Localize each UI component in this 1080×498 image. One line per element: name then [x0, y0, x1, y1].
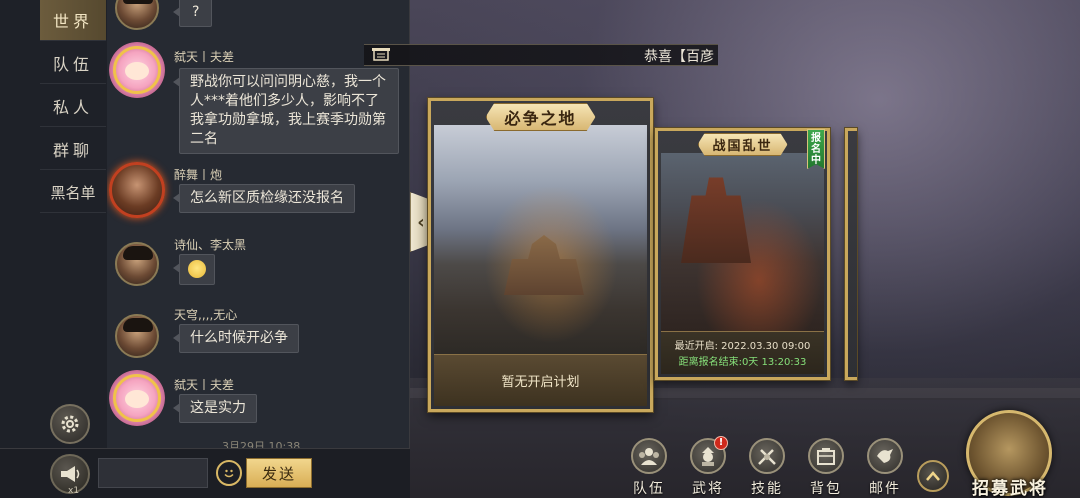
message-bubble: 什么时候开必争: [173, 324, 299, 353]
mode-card-partial[interactable]: [845, 128, 857, 380]
message-bubble: ?: [172, 0, 213, 27]
nav-label: 邮件: [869, 481, 901, 497]
card-artwork: [434, 125, 647, 357]
chat-input-bar: x1 发送: [0, 448, 410, 498]
card-artwork: [661, 153, 824, 335]
chevron-left-icon: ‹: [417, 211, 425, 233]
card-status: 暂无开启计划: [434, 354, 647, 406]
signup-badge: 报名中: [807, 129, 825, 169]
nav-label: 背包: [810, 481, 842, 497]
tab-team[interactable]: 队伍: [40, 43, 106, 84]
send-button[interactable]: 发送: [246, 458, 312, 488]
mode-card-warring[interactable]: 战国乱世 报名中 最近开启: 2022.03.30 09:00 距离报名结束:0…: [655, 128, 830, 380]
smiley-icon: [224, 469, 234, 478]
announcement-bar[interactable]: 恭喜【百彦: [364, 44, 718, 66]
avatar[interactable]: [115, 0, 159, 30]
skill-icon: [749, 438, 785, 474]
avatar[interactable]: [109, 370, 165, 426]
card-title: 必争之地: [485, 103, 596, 131]
avatar[interactable]: [109, 42, 165, 98]
mail-icon: [867, 438, 903, 474]
alert-badge: !: [714, 436, 728, 450]
card-info: 最近开启: 2022.03.30 09:00 距离报名结束:0天 13:20:3…: [661, 331, 824, 374]
megaphone-icon: [61, 466, 80, 482]
sender-name: 诗仙、李太黑: [174, 238, 247, 252]
expand-menu-button[interactable]: [917, 460, 949, 492]
general-icon: !: [690, 436, 728, 474]
tab-group[interactable]: 群聊: [40, 129, 106, 170]
avatar[interactable]: [115, 242, 159, 286]
message-timestamp: 3月29日 10:38: [222, 440, 301, 448]
tower-illustration: [681, 177, 751, 263]
message-bubble: 怎么新区质检缘还没报名: [173, 184, 355, 213]
recruit-general-button[interactable]: 招募武将: [960, 410, 1060, 498]
castle-illustration: [504, 235, 584, 295]
smile-emoji-icon: [188, 260, 206, 278]
recent-open-time: 最近开启: 2022.03.30 09:00: [674, 341, 811, 352]
tab-private[interactable]: 私人: [40, 86, 106, 127]
nav-label: 技能: [751, 481, 783, 497]
gear-icon: [61, 415, 79, 433]
sender-name: 弑天丨夫差: [174, 378, 235, 392]
nav-label: 队伍: [633, 481, 665, 497]
chat-settings-button[interactable]: [50, 404, 90, 444]
team-icon: [631, 438, 667, 474]
sender-name: 醉舞丨炮: [174, 168, 223, 182]
nav-mail-button[interactable]: 邮件: [858, 438, 912, 498]
emoji-button[interactable]: [216, 460, 242, 486]
message-bubble: [173, 254, 215, 285]
avatar[interactable]: [115, 314, 159, 358]
recruit-label: 招募武将: [972, 479, 1048, 498]
tab-blacklist[interactable]: 黑名单: [40, 172, 106, 213]
sender-name: 天穹,,,,无心: [174, 308, 238, 322]
chat-tabs: 世界 队伍 私人 群聊 黑名单: [0, 0, 107, 448]
chat-messages[interactable]: ? 弑天丨夫差 野战你可以问问明心慈，我一个人***着他们多少人，影响不了我拿功…: [107, 0, 409, 448]
message-bubble: 这是实力: [173, 394, 257, 423]
chat-panel: 世界 队伍 私人 群聊 黑名单 ? 弑天丨夫差 野战你可以问问明心慈，我一个人*…: [0, 0, 410, 498]
card-title: 战国乱世: [697, 133, 788, 156]
nav-label: 武将: [692, 481, 724, 497]
nav-general-button[interactable]: ! 武将: [681, 436, 735, 498]
announcement-text: 恭喜【百彦: [644, 49, 714, 65]
scroll-icon: [370, 46, 392, 64]
sender-name: 弑天丨夫差: [174, 50, 235, 64]
nav-team-button[interactable]: 队伍: [622, 438, 676, 498]
bag-icon: [808, 438, 844, 474]
avatar[interactable]: [109, 162, 165, 218]
message-bubble: 野战你可以问问明心慈，我一个人***着他们多少人，影响不了我拿功勋拿城，我上赛季…: [173, 68, 399, 154]
chat-input[interactable]: [98, 458, 208, 488]
signup-deadline: 距离报名结束:0天 13:20:33: [678, 357, 807, 368]
nav-bag-button[interactable]: 背包: [799, 438, 853, 498]
nav-skill-button[interactable]: 技能: [740, 438, 794, 498]
tab-world[interactable]: 世界: [40, 0, 106, 41]
horn-count: x1: [68, 486, 80, 496]
mode-card-contest[interactable]: 必争之地 暂无开启计划: [428, 98, 653, 412]
chevron-up-icon: [926, 471, 940, 481]
